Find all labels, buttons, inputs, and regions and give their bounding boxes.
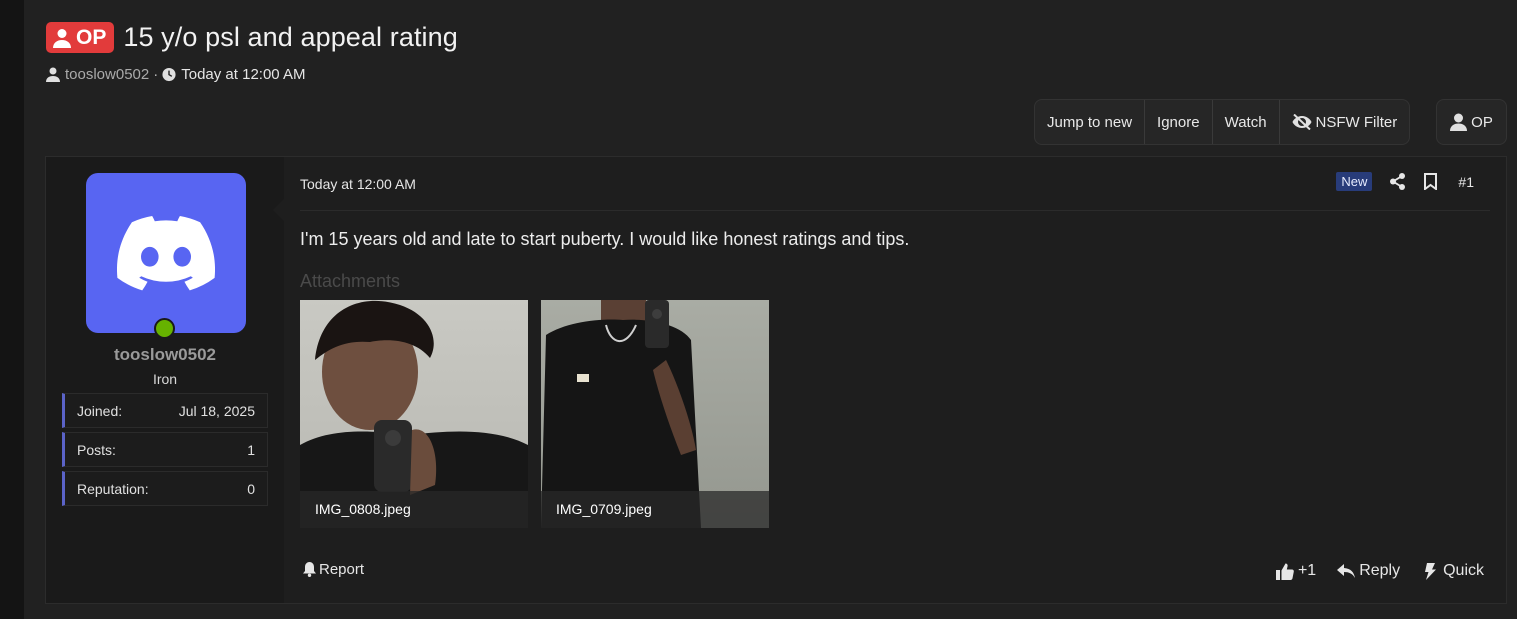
post-date-link[interactable]: Today at 12:00 AM: [300, 176, 416, 192]
meta-separator: ·: [153, 66, 159, 83]
thread-date-link[interactable]: Today at 12:00 AM: [181, 66, 305, 83]
user-icon: [46, 67, 60, 82]
post-header: Today at 12:00 AM New #1: [300, 157, 1490, 211]
stat-row-posts: Posts: 1: [62, 432, 268, 467]
thumbs-up-icon: [1275, 563, 1294, 580]
avatar[interactable]: [86, 173, 246, 333]
quick-label: Quick: [1443, 562, 1484, 579]
bell-icon: [303, 562, 316, 577]
ignore-label: Ignore: [1157, 113, 1200, 131]
like-count: +1: [1297, 562, 1317, 579]
attachment-thumbnail[interactable]: IMG_0709.jpeg: [541, 300, 769, 528]
thread-author-link[interactable]: tooslow0502: [65, 66, 149, 83]
reply-button[interactable]: Reply: [1337, 562, 1400, 580]
report-link[interactable]: Report: [303, 561, 364, 578]
jump-to-new-button[interactable]: Jump to new: [1035, 100, 1146, 144]
post-footer-actions: +1 Reply Quick: [1255, 562, 1484, 580]
user-icon: [1450, 113, 1468, 131]
reply-icon: [1337, 563, 1356, 578]
watch-label: Watch: [1224, 113, 1267, 131]
watch-button[interactable]: Watch: [1213, 100, 1280, 144]
eye-slash-icon: [1292, 114, 1312, 130]
post-user-panel: tooslow0502 Iron Joined: Jul 18, 2025 Po…: [46, 157, 284, 603]
clock-icon: [162, 67, 176, 82]
nsfw-filter-button[interactable]: NSFW Filter: [1280, 100, 1410, 144]
post-number-link[interactable]: #1: [1458, 174, 1474, 190]
post-username[interactable]: tooslow0502: [46, 345, 284, 365]
post-main: Today at 12:00 AM New #1 I'm 15 years ol…: [273, 157, 1506, 603]
op-badge: OP: [46, 22, 115, 53]
user-rank: Iron: [152, 371, 178, 387]
nsfw-filter-label: NSFW Filter: [1315, 113, 1398, 131]
thread-title-row: OP 15 y/o psl and appeal rating: [46, 22, 458, 53]
left-gutter: [0, 0, 24, 619]
stat-label: Joined:: [77, 402, 123, 419]
op-filter-button[interactable]: OP: [1436, 99, 1507, 145]
post-message: I'm 15 years old and late to start puber…: [300, 229, 910, 249]
reply-label: Reply: [1359, 562, 1401, 579]
stat-row-joined: Joined: Jul 18, 2025: [62, 393, 268, 428]
thread-meta: tooslow0502 · Today at 12:00 AM: [46, 66, 305, 83]
attachment-filename: IMG_0808.jpeg: [300, 491, 528, 528]
stat-value: 1: [247, 441, 255, 458]
page-title: 15 y/o psl and appeal rating: [123, 22, 458, 52]
like-button[interactable]: +1: [1275, 562, 1317, 580]
stat-label: Reputation:: [77, 480, 149, 497]
bolt-icon: [1425, 562, 1437, 580]
stat-row-reputation: Reputation: 0: [62, 471, 268, 506]
jump-to-new-label: Jump to new: [1047, 113, 1133, 131]
post-arrow: [273, 199, 284, 221]
op-badge-label: OP: [76, 25, 107, 49]
stat-value: Jul 18, 2025: [178, 402, 255, 419]
stat-value: 0: [247, 480, 255, 497]
report-label: Report: [319, 561, 365, 578]
attachments-heading: Attachments: [300, 271, 401, 291]
user-icon: [53, 28, 71, 48]
discord-logo-icon: [117, 215, 215, 291]
user-stats: Joined: Jul 18, 2025 Posts: 1 Reputation…: [62, 393, 268, 510]
bookmark-icon[interactable]: [1422, 173, 1439, 190]
online-status-indicator: [154, 318, 175, 339]
attachment-thumbnail[interactable]: IMG_0808.jpeg: [300, 300, 528, 528]
stat-label: Posts:: [77, 441, 116, 458]
thread-toolbar: Jump to new Ignore Watch NSFW Filter: [1034, 99, 1411, 145]
op-filter-label: OP: [1471, 113, 1493, 131]
post-actions: New #1: [1336, 172, 1474, 191]
post: tooslow0502 Iron Joined: Jul 18, 2025 Po…: [45, 156, 1507, 604]
share-icon[interactable]: [1389, 173, 1406, 190]
new-badge: New: [1336, 172, 1373, 191]
attachment-filename: IMG_0709.jpeg: [541, 491, 769, 528]
ignore-button[interactable]: Ignore: [1145, 100, 1213, 144]
quick-reply-button[interactable]: Quick: [1421, 562, 1484, 580]
